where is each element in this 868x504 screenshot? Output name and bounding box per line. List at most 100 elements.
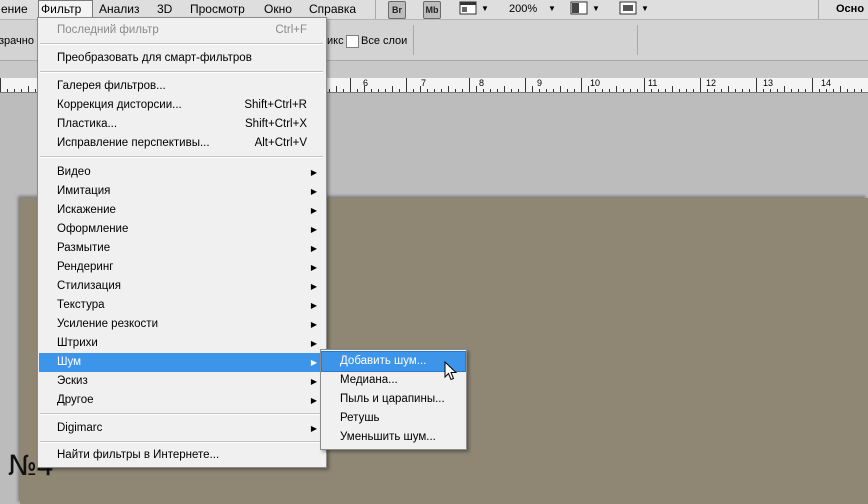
ruler-tick [427,89,428,92]
ruler-tick [336,86,337,92]
ruler-tick [434,89,435,92]
menu-item-video[interactable]: Видео ▶ [39,163,325,182]
ruler-tick [490,89,491,92]
ruler-tick [567,89,568,92]
chevron-down-icon[interactable]: ▼ [592,1,600,17]
ruler-tick [616,86,617,92]
ruler-tick [777,89,778,92]
ruler-tick [483,89,484,92]
ruler-tick [546,89,547,92]
ruler-number: 12 [706,78,717,88]
ruler-number: 14 [821,78,832,88]
ruler-tick [399,89,400,92]
ruler-number: 7 [421,78,427,88]
extras-icon[interactable] [459,1,477,17]
ruler-number: 8 [479,78,485,88]
ruler-tick [812,78,813,92]
ruler-number: 10 [590,78,601,88]
screen-mode-icon[interactable] [619,1,637,17]
menu-item-browse-filters-online[interactable]: Найти фильтры в Интернете... [39,446,325,465]
ruler-tick [504,86,505,92]
ruler-tick [469,78,470,92]
ruler-tick [350,78,351,92]
menu-item-lens-correction[interactable]: Коррекция дисторсии... Shift+Ctrl+R [39,96,325,115]
menu-item-stylize[interactable]: Стилизация ▶ [39,277,325,296]
menu-item-render[interactable]: Рендеринг ▶ [39,258,325,277]
bridge-button[interactable]: Br [388,1,406,19]
menu-item-blur[interactable]: Размытие ▶ [39,239,325,258]
ruler-tick [784,86,785,92]
ruler-tick [756,78,757,92]
menu-item-noise[interactable]: Шум ▶ [39,353,325,372]
ruler-tick [658,89,659,92]
ruler-tick [826,89,827,92]
arrange-documents-icon[interactable] [570,1,588,17]
ruler-tick [364,86,365,92]
ruler-tick [476,86,477,92]
menu-item-distort[interactable]: Искажение ▶ [39,201,325,220]
options-separator [413,25,414,55]
ruler-tick [21,89,22,92]
menu-edit[interactable]: ение [0,1,30,18]
chevron-down-icon[interactable]: ▼ [641,1,649,17]
ruler-tick [7,89,8,92]
ruler-tick [14,89,15,92]
submenu-arrow-icon: ▶ [310,244,317,253]
ruler-tick [455,89,456,92]
menu-separator [40,156,323,158]
menu-item-convert-smart-filters[interactable]: Преобразовать для смарт-фильтров [39,49,325,68]
ruler-tick [371,89,372,92]
chevron-down-icon[interactable]: ▼ [548,1,556,17]
menu-item-digimarc[interactable]: Digimarc ▶ [39,419,325,438]
menu-item-last-filter: Последний фильтр Ctrl+F [57,24,307,36]
menu-item-vanishing-point[interactable]: Исправление перспективы... Alt+Ctrl+V [39,134,325,153]
ruler-tick [574,89,575,92]
ruler-tick [329,89,330,92]
menu-item-brush-strokes[interactable]: Штрихи ▶ [39,334,325,353]
menu-help[interactable]: Справка [307,1,358,18]
menu-separator [40,43,323,45]
menu-analysis[interactable]: Анализ [97,1,142,18]
menu-view[interactable]: Просмотр [188,1,247,18]
submenu-item-despeckle[interactable]: Ретушь [322,409,465,428]
ruler-tick [623,89,624,92]
menu-item-texture[interactable]: Текстура ▶ [39,296,325,315]
mini-bridge-button[interactable]: Mb [423,1,441,19]
menu-item-liquify[interactable]: Пластика... Shift+Ctrl+X [39,115,325,134]
ruler-tick [553,89,554,92]
ruler-tick [854,89,855,92]
ruler-number: 13 [763,78,774,88]
all-layers-checkbox[interactable] [346,35,359,48]
submenu-item-dust-and-scratches[interactable]: Пыль и царапины... [322,390,465,409]
menu-item-filter-gallery[interactable]: Галерея фильтров... [39,77,325,96]
menu-window[interactable]: Окно [262,1,294,18]
menu-item-other[interactable]: Другое ▶ [39,391,325,410]
ruler-tick [413,89,414,92]
menu-item-sketch-design[interactable]: Оформление ▶ [39,220,325,239]
menu-3d[interactable]: 3D [155,1,174,18]
submenu-item-reduce-noise[interactable]: Уменьшить шум... [322,428,465,447]
zoom-level[interactable]: 200% [507,1,539,18]
ruler-tick [847,89,848,92]
ruler-tick [581,78,582,92]
ruler-tick [35,89,36,92]
menu-item-sharpen[interactable]: Усиление резкости ▶ [39,315,325,334]
ruler-tick [630,89,631,92]
ruler-tick [385,89,386,92]
submenu-arrow-icon: ▶ [310,396,317,405]
chevron-down-icon[interactable]: ▼ [481,1,489,17]
menu-item-sketch[interactable]: Эскиз ▶ [39,372,325,391]
ruler-tick [805,89,806,92]
ruler-tick [406,78,407,92]
ruler-tick [665,89,666,92]
sample-label: икс [327,35,344,47]
ruler-tick [462,89,463,92]
workspace-switcher[interactable]: Осно [834,1,866,18]
submenu-arrow-icon: ▶ [310,320,317,329]
ruler-tick [672,86,673,92]
ruler-tick [693,89,694,92]
submenu-arrow-icon: ▶ [310,339,317,348]
ruler-tick [609,89,610,92]
ruler-tick [539,89,540,92]
menu-item-artistic[interactable]: Имитация ▶ [39,182,325,201]
